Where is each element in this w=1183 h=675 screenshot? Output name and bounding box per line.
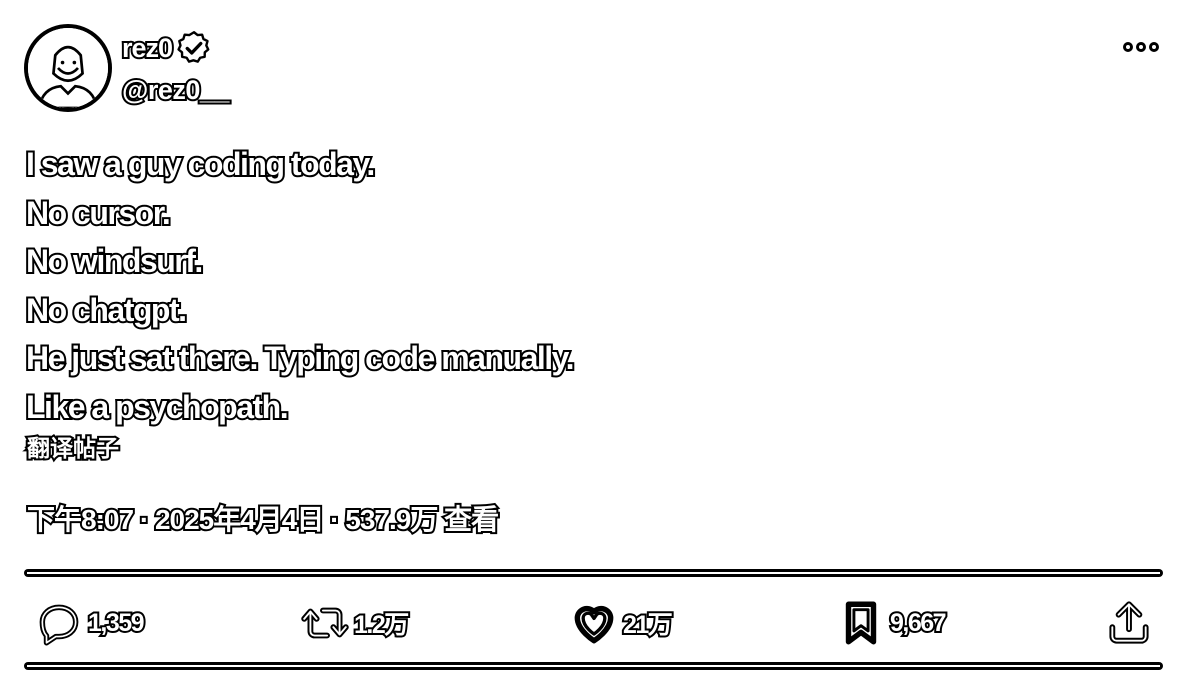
bookmark-count: 9,667 [888, 607, 949, 639]
share-button[interactable] [1104, 592, 1154, 654]
like-count: 21万 [621, 609, 675, 641]
tweet-meta: 下午8:07 · 2025年4月4日 · 537.9万 查看 [25, 502, 501, 538]
heart-icon [574, 605, 614, 644]
author-name-row: rez0 [120, 28, 212, 68]
divider [24, 569, 1163, 577]
views-label: 查看 [442, 502, 501, 537]
tweet-line: He just sat there. Typing code manually. [24, 338, 576, 378]
tweet-date[interactable]: 2025年4月4日 [153, 502, 326, 537]
more-dot [1149, 42, 1159, 52]
views-count: 537.9万 [343, 502, 440, 537]
action-bar: 1,359 1.2万 21万 9,667 [24, 592, 1163, 654]
like-button[interactable]: 21万 [569, 592, 675, 654]
more-options-icon[interactable] [1123, 38, 1159, 56]
tweet-time[interactable]: 下午8:07 [25, 502, 136, 537]
more-dot [1123, 42, 1133, 52]
share-icon [1109, 601, 1149, 644]
tweet-line: No chatgpt. [24, 290, 189, 330]
avatar-portrait [28, 28, 108, 108]
verified-badge-icon [177, 31, 210, 63]
divider [24, 662, 1163, 670]
author-handle[interactable]: @rez0__ [120, 72, 231, 108]
reply-button[interactable]: 1,359 [34, 592, 147, 654]
tweet-line: I saw a guy coding today. [24, 144, 377, 184]
meta-separator: · [328, 502, 342, 537]
repost-count: 1.2万 [352, 609, 411, 641]
tweet-line: No windsurf. [24, 241, 205, 281]
tweet-line: Like a psychopath. [24, 387, 291, 427]
reply-icon [39, 604, 79, 646]
repost-icon [301, 607, 349, 639]
repost-button[interactable]: 1.2万 [300, 592, 411, 654]
author-display-name[interactable]: rez0 [120, 28, 175, 68]
bookmark-icon [845, 601, 877, 645]
bookmark-button[interactable]: 9,667 [836, 592, 949, 654]
avatar[interactable] [24, 24, 112, 112]
meta-separator: · [138, 502, 152, 537]
tweet-text: I saw a guy coding today. No cursor. No … [24, 140, 576, 431]
tweet-line: No cursor. [24, 193, 173, 233]
more-dot [1136, 42, 1146, 52]
reply-count: 1,359 [86, 607, 147, 639]
translate-post-link[interactable]: 翻译帖子 [25, 433, 121, 463]
